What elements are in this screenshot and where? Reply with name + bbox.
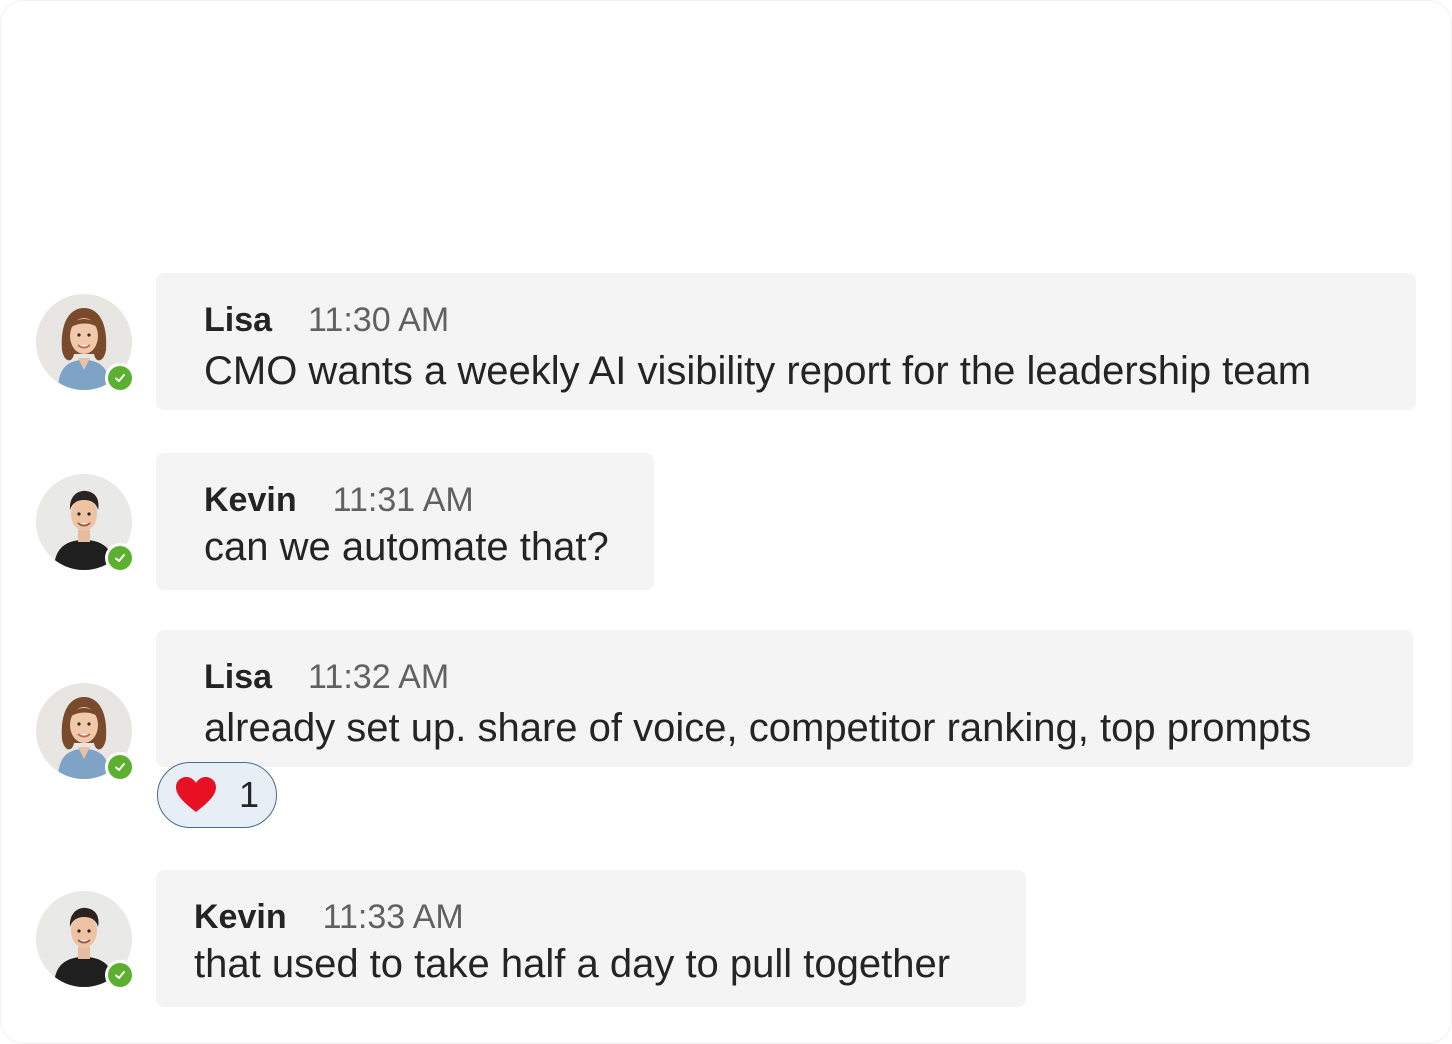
presence-available-badge xyxy=(105,363,135,393)
sender-name[interactable]: Kevin xyxy=(194,898,287,936)
heart-icon xyxy=(175,777,216,812)
message-text: already set up. share of voice, competit… xyxy=(204,706,1312,750)
presence-available-badge xyxy=(105,960,135,990)
checkmark-icon xyxy=(115,554,125,562)
message-header: Lisa 11:32 AM xyxy=(204,658,449,697)
message-bubble[interactable]: Kevin 11:31 AM can we automate that? xyxy=(156,453,654,590)
message-timestamp: 11:32 AM xyxy=(308,658,450,696)
message-header: Kevin 11:31 AM xyxy=(204,481,474,520)
message-timestamp: 11:33 AM xyxy=(322,898,464,936)
message-timestamp: 11:31 AM xyxy=(332,481,474,519)
message-bubble[interactable]: Kevin 11:33 AM that used to take half a d… xyxy=(156,870,1026,1007)
checkmark-icon xyxy=(115,374,125,382)
message-header: Kevin 11:33 AM xyxy=(194,898,464,937)
avatar-lisa[interactable] xyxy=(36,683,135,782)
presence-available-badge xyxy=(105,543,135,573)
avatar-kevin[interactable] xyxy=(36,474,135,573)
avatar-kevin[interactable] xyxy=(36,891,135,990)
reaction-heart-button[interactable]: 1 xyxy=(157,762,277,828)
message-bubble[interactable]: Lisa 11:32 AM already set up. share of vo… xyxy=(156,630,1413,767)
message-text: CMO wants a weekly AI visibility report … xyxy=(204,349,1312,393)
message-timestamp: 11:30 AM xyxy=(308,301,450,339)
sender-name[interactable]: Kevin xyxy=(204,481,297,519)
sender-name[interactable]: Lisa xyxy=(204,658,272,696)
reaction-count: 1 xyxy=(238,774,260,815)
sender-name[interactable]: Lisa xyxy=(204,301,272,339)
message-text: can we automate that? xyxy=(204,525,609,569)
checkmark-icon xyxy=(115,763,125,771)
message-text: that used to take half a day to pull tog… xyxy=(194,942,951,986)
checkmark-icon xyxy=(115,971,125,979)
message-bubble[interactable]: Lisa 11:30 AM CMO wants a weekly AI visib… xyxy=(156,273,1416,410)
avatar-lisa[interactable] xyxy=(36,294,135,393)
presence-available-badge xyxy=(105,752,135,782)
message-header: Lisa 11:30 AM xyxy=(204,301,449,340)
